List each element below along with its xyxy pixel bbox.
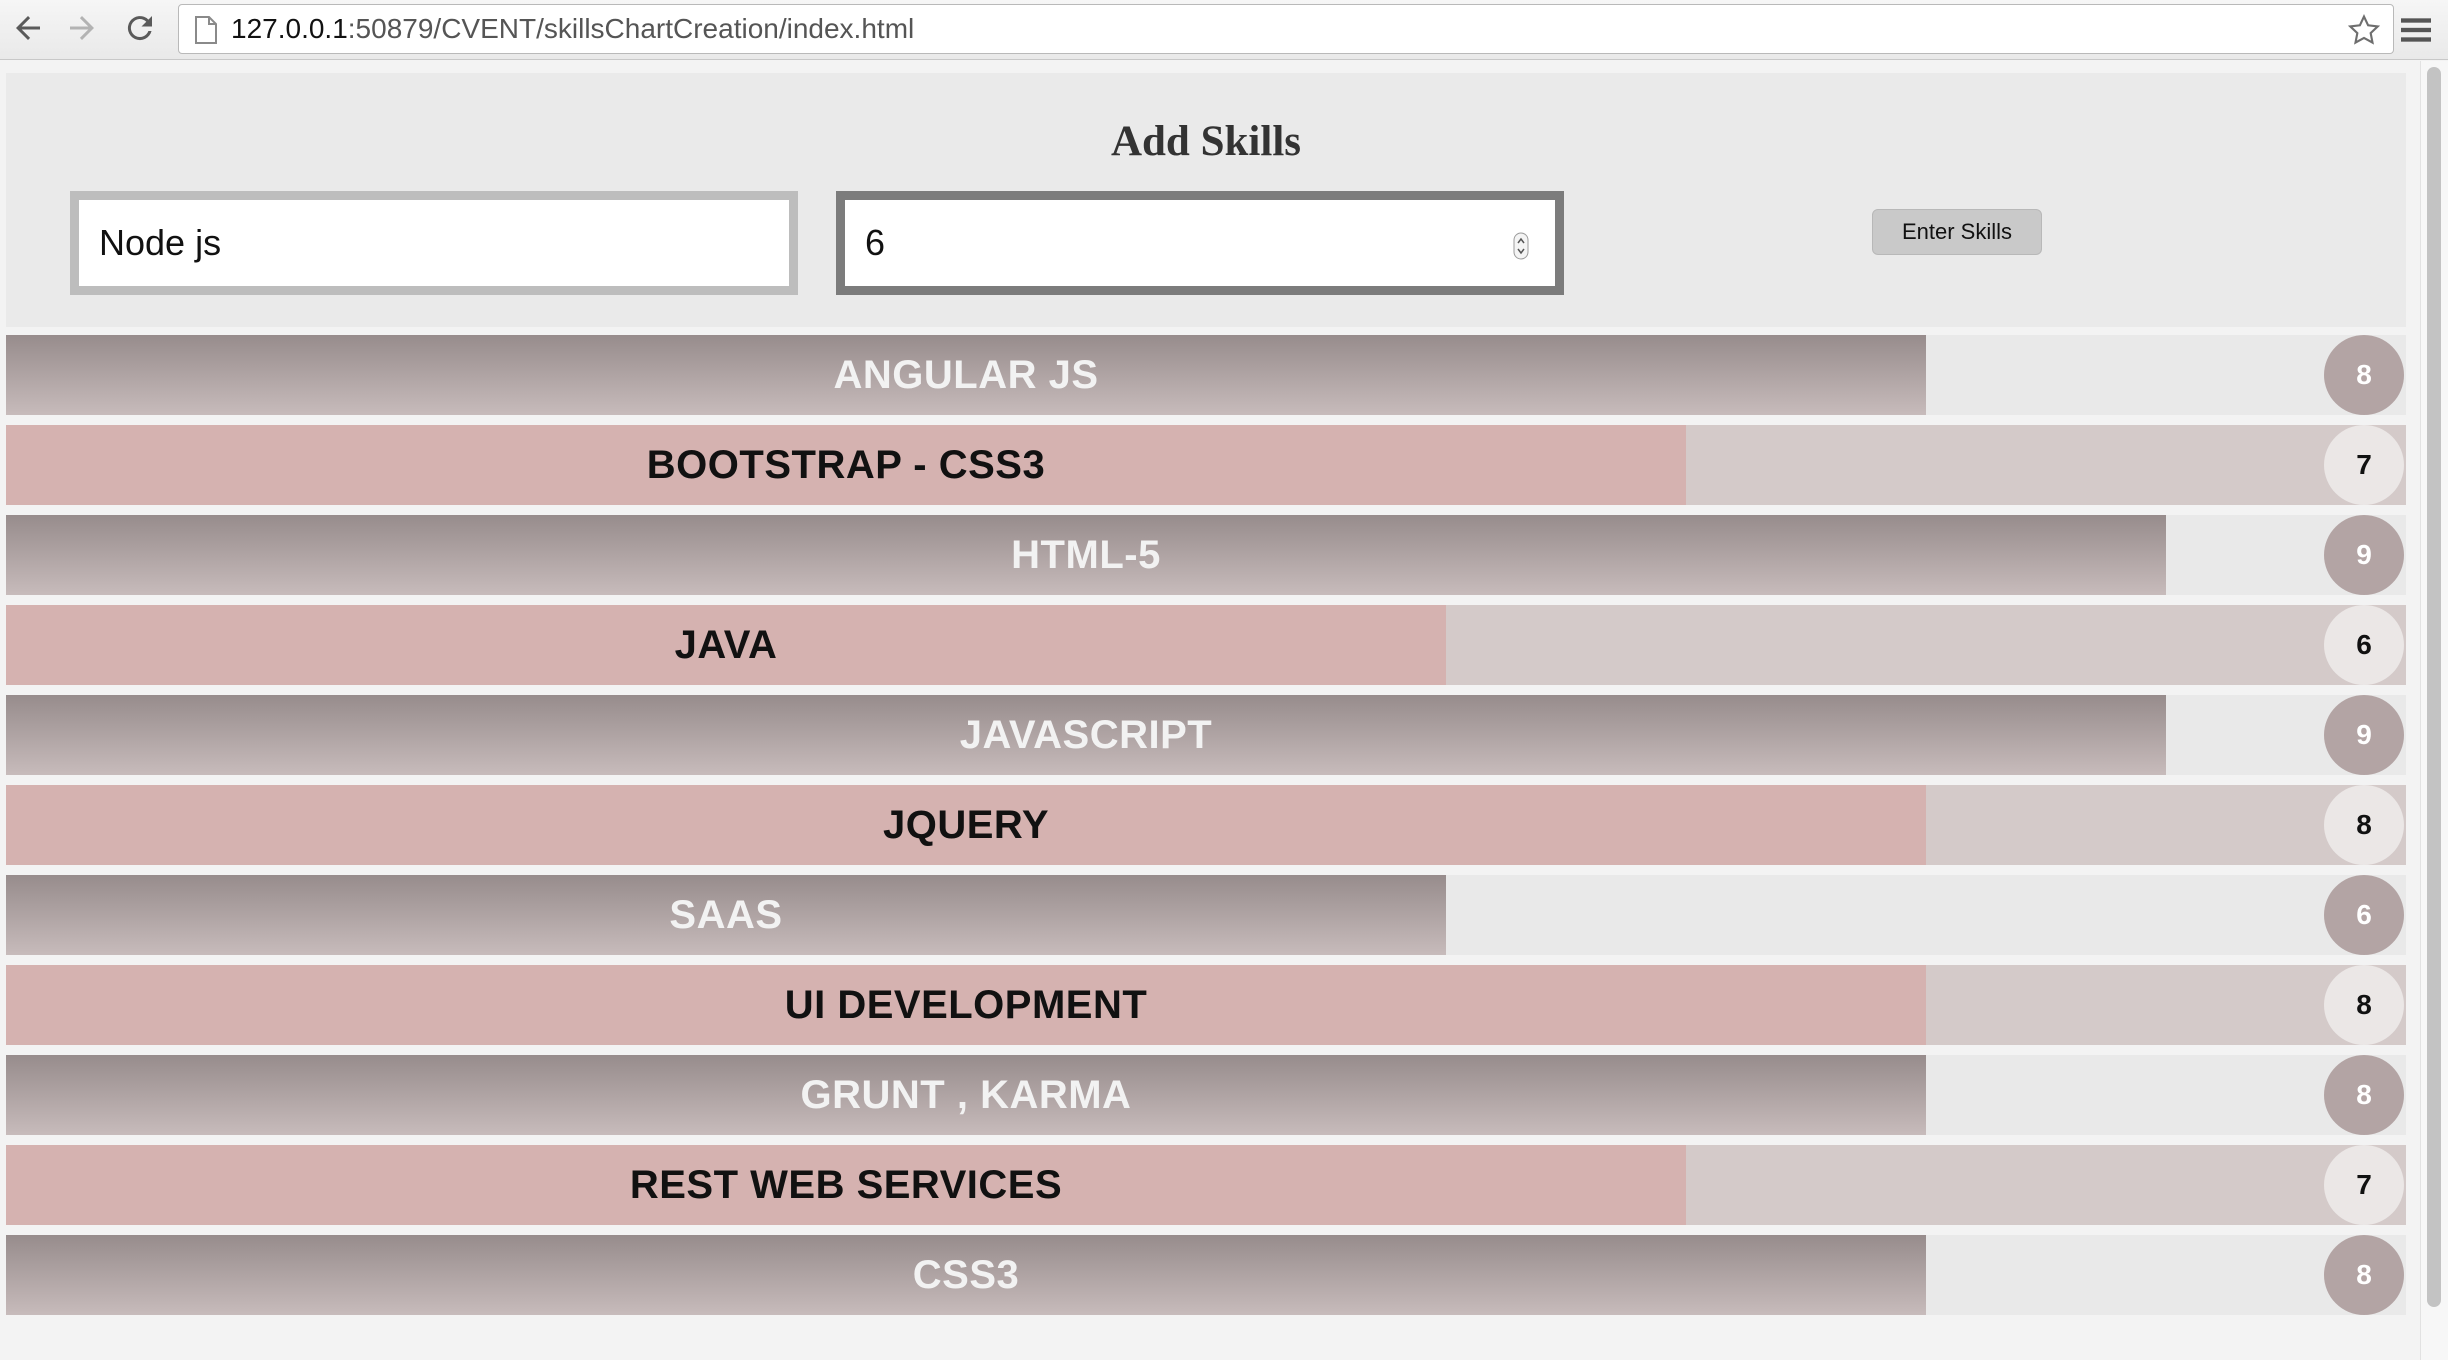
skill-bar-row: SAAS 6 xyxy=(6,875,2406,955)
skill-score-badge: 7 xyxy=(2324,1145,2404,1225)
url-path: :50879/CVENT/skillsChartCreation/index.h… xyxy=(347,13,915,44)
skill-bar-row: JQUERY 8 xyxy=(6,785,2406,865)
skill-bar-row: REST WEB SERVICES 7 xyxy=(6,1145,2406,1225)
scrollbar-thumb[interactable] xyxy=(2427,67,2441,1307)
reload-icon xyxy=(127,16,152,41)
skill-bar: CSS3 xyxy=(6,1235,1926,1315)
vertical-scrollbar[interactable] xyxy=(2420,61,2448,1360)
skill-name-input[interactable] xyxy=(70,191,798,295)
skill-level-input[interactable] xyxy=(845,200,1555,286)
skill-bar-row: BOOTSTRAP - CSS3 7 xyxy=(6,425,2406,505)
skill-bar-row: CSS3 8 xyxy=(6,1235,2406,1315)
skill-bar-row: ANGULAR JS 8 xyxy=(6,335,2406,415)
skill-score-badge: 6 xyxy=(2324,605,2404,685)
page-icon xyxy=(195,16,217,44)
skill-bar: HTML-5 xyxy=(6,515,2166,595)
page-viewport: Add Skills Enter Skills ANGULAR JS 8 BOOTS… xyxy=(0,61,2420,1360)
skill-bar: ANGULAR JS xyxy=(6,335,1926,415)
back-arrow-icon xyxy=(16,16,40,40)
skill-score-badge: 8 xyxy=(2324,335,2404,415)
skill-score-badge: 8 xyxy=(2324,965,2404,1045)
skill-bar: GRUNT , KARMA xyxy=(6,1055,1926,1135)
url-text: 127.0.0.1:50879/CVENT/skillsChartCreatio… xyxy=(231,5,914,53)
skill-score-badge: 9 xyxy=(2324,695,2404,775)
skill-level-field[interactable] xyxy=(836,191,1564,295)
number-spinner-icon[interactable] xyxy=(1513,232,1529,260)
reload-button[interactable] xyxy=(118,6,162,50)
skill-bar-row: JAVA 6 xyxy=(6,605,2406,685)
enter-skills-button[interactable]: Enter Skills xyxy=(1872,209,2042,255)
url-host: 127.0.0.1 xyxy=(231,13,348,44)
back-button[interactable] xyxy=(6,6,50,50)
skill-score-badge: 8 xyxy=(2324,785,2404,865)
skill-score-badge: 9 xyxy=(2324,515,2404,595)
skill-score-badge: 8 xyxy=(2324,1055,2404,1135)
skill-bar: SAAS xyxy=(6,875,1446,955)
skill-bar-row: GRUNT , KARMA 8 xyxy=(6,1055,2406,1135)
skill-bar: BOOTSTRAP - CSS3 xyxy=(6,425,1686,505)
forward-arrow-icon xyxy=(70,16,94,40)
skill-bar-row: HTML-5 9 xyxy=(6,515,2406,595)
address-bar[interactable]: 127.0.0.1:50879/CVENT/skillsChartCreatio… xyxy=(178,4,2394,54)
skill-bar: UI DEVELOPMENT xyxy=(6,965,1926,1045)
skill-bar-row: UI DEVELOPMENT 8 xyxy=(6,965,2406,1045)
browser-toolbar: 127.0.0.1:50879/CVENT/skillsChartCreatio… xyxy=(0,0,2448,60)
skill-bar: JQUERY xyxy=(6,785,1926,865)
menu-icon[interactable] xyxy=(2396,10,2436,50)
forward-button[interactable] xyxy=(60,6,104,50)
skill-score-badge: 8 xyxy=(2324,1235,2404,1315)
skill-bar-row: JAVASCRIPT 9 xyxy=(6,695,2406,775)
add-skills-title: Add Skills xyxy=(1110,118,1302,165)
add-skills-panel: Add Skills Enter Skills xyxy=(6,73,2406,327)
bookmark-star-icon[interactable] xyxy=(2347,13,2381,47)
skill-bar: JAVASCRIPT xyxy=(6,695,2166,775)
skill-bar: REST WEB SERVICES xyxy=(6,1145,1686,1225)
skill-score-badge: 7 xyxy=(2324,425,2404,505)
skill-bar: JAVA xyxy=(6,605,1446,685)
skill-score-badge: 6 xyxy=(2324,875,2404,955)
